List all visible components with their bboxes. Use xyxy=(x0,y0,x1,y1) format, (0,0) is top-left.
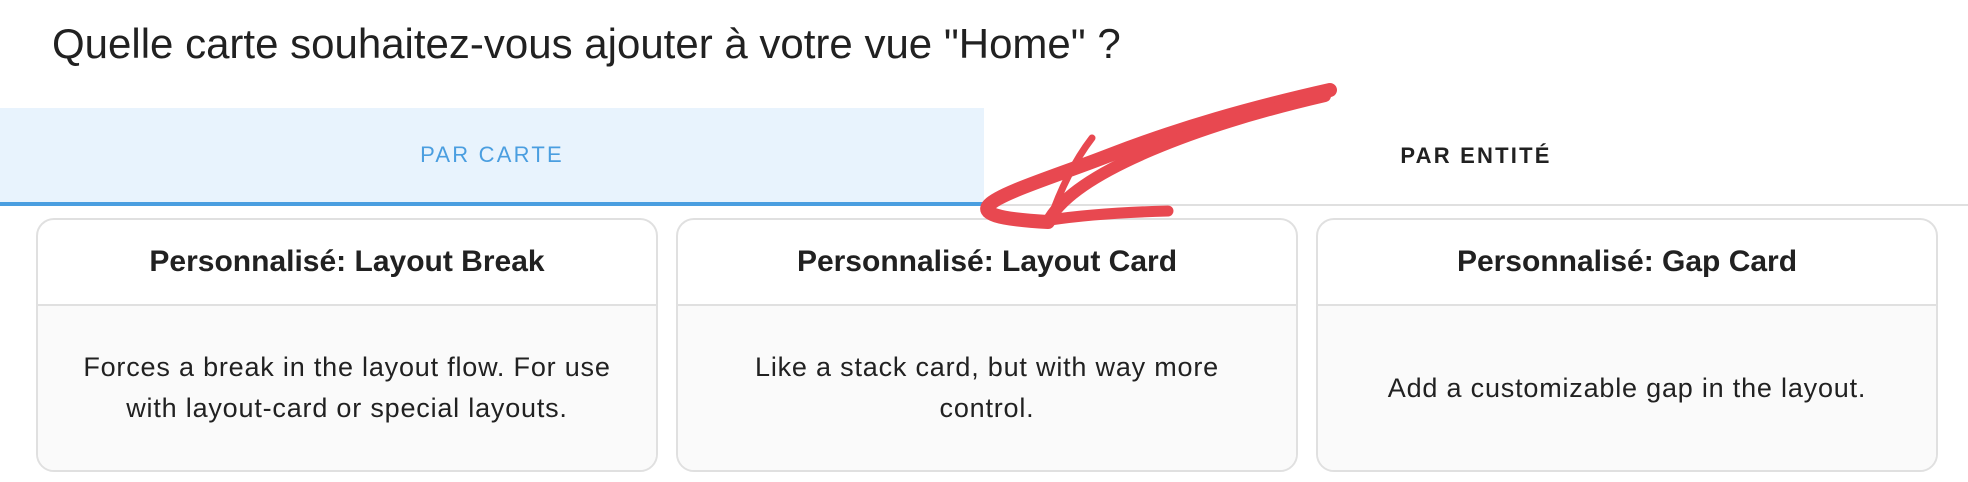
card-title: Personnalisé: Gap Card xyxy=(1318,220,1936,306)
card-title: Personnalisé: Layout Card xyxy=(678,220,1296,306)
card-description: Forces a break in the layout flow. For u… xyxy=(38,306,656,470)
card-title: Personnalisé: Layout Break xyxy=(38,220,656,306)
card-layout-break[interactable]: Personnalisé: Layout Break Forces a brea… xyxy=(36,218,658,472)
card-grid: Personnalisé: Layout Break Forces a brea… xyxy=(36,218,1938,472)
tab-bar: PAR CARTE PAR ENTITÉ xyxy=(0,108,1968,206)
card-description: Add a customizable gap in the layout. xyxy=(1318,306,1936,470)
tab-par-carte[interactable]: PAR CARTE xyxy=(0,108,984,206)
card-description: Like a stack card, but with way more con… xyxy=(678,306,1296,470)
card-picker-dialog: Quelle carte souhaitez-vous ajouter à vo… xyxy=(0,0,1968,482)
tab-par-entite[interactable]: PAR ENTITÉ xyxy=(984,108,1968,204)
dialog-title: Quelle carte souhaitez-vous ajouter à vo… xyxy=(52,20,1121,67)
card-layout-card[interactable]: Personnalisé: Layout Card Like a stack c… xyxy=(676,218,1298,472)
card-gap-card[interactable]: Personnalisé: Gap Card Add a customizabl… xyxy=(1316,218,1938,472)
